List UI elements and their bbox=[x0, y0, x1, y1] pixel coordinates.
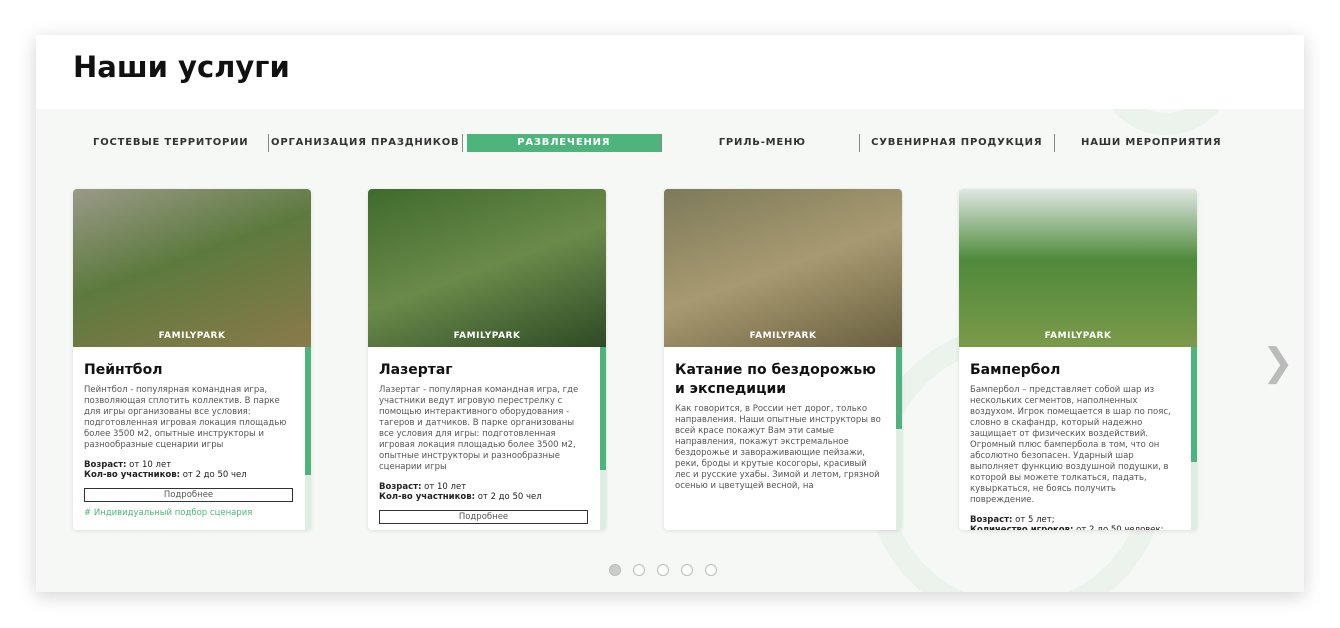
age-value: от 5 лет; bbox=[1012, 515, 1055, 525]
services-section: Наши услуги ГОСТЕВЫЕ ТЕРРИТОРИИ ОРГАНИЗА… bbox=[36, 35, 1304, 592]
card-description: Как говорится, в России нет дорог, тольк… bbox=[675, 404, 881, 491]
age-label: Возраст: bbox=[379, 482, 422, 492]
card-title: Катание по бездорожью и экспедиции bbox=[675, 362, 876, 397]
service-photo: FAMILYPARK bbox=[664, 189, 902, 347]
service-card: FAMILYPARK Лазертаг Лазертаг - популярна… bbox=[368, 189, 606, 530]
card-description: Лазертаг - популярная командная игра, гд… bbox=[379, 385, 579, 472]
logo: FAMILYPARK bbox=[453, 331, 521, 341]
count-value: от 2 до 50 человек; bbox=[1073, 525, 1164, 530]
tab-grill-menu[interactable]: ГРИЛЬ-МЕНЮ bbox=[666, 134, 860, 152]
tab-souvenirs[interactable]: СУВЕНИРНАЯ ПРОДУКЦИЯ bbox=[860, 134, 1055, 152]
tab-events[interactable]: НАШИ МЕРОПРИЯТИЯ bbox=[1055, 134, 1249, 152]
count-value: от 2 до 50 чел bbox=[475, 492, 542, 502]
logo: FAMILYPARK bbox=[158, 331, 226, 341]
page-dot[interactable] bbox=[681, 564, 693, 576]
service-card: FAMILYPARK Бампербол Бампербол – предста… bbox=[959, 189, 1197, 530]
header: Наши услуги bbox=[36, 35, 1304, 109]
count-value: от 2 до 50 чел bbox=[180, 470, 247, 480]
card-description: Пейнтбол - популярная командная игра, по… bbox=[84, 385, 287, 450]
page-dot[interactable] bbox=[705, 564, 717, 576]
card-title: Лазертаг bbox=[379, 362, 453, 378]
card-title: Бампербол bbox=[970, 362, 1061, 378]
service-photo: FAMILYPARK bbox=[368, 189, 606, 347]
card-scrollbar[interactable] bbox=[600, 347, 606, 530]
scrollbar-thumb[interactable] bbox=[1191, 347, 1197, 463]
service-photo: FAMILYPARK bbox=[959, 189, 1197, 347]
count-label: Кол-во участников: bbox=[379, 492, 476, 502]
age-label: Возраст: bbox=[84, 460, 127, 470]
scrollbar-thumb[interactable] bbox=[600, 347, 606, 470]
tabs: ГОСТЕВЫЕ ТЕРРИТОРИИ ОРГАНИЗАЦИЯ ПРАЗДНИК… bbox=[74, 134, 1248, 152]
count-label: Кол-во участников: bbox=[84, 470, 181, 480]
tab-entertainment[interactable]: РАЗВЛЕЧЕНИЯ bbox=[467, 134, 662, 152]
service-card: FAMILYPARK Катание по бездорожью и экспе… bbox=[664, 189, 902, 530]
count-label: Количество игроков: bbox=[970, 525, 1074, 530]
card-scrollbar[interactable] bbox=[1191, 347, 1197, 530]
card-description: Бампербол – представляет собой шар из не… bbox=[970, 385, 1171, 505]
more-button[interactable]: Подробнее bbox=[84, 488, 293, 502]
age-value: от 10 лет bbox=[421, 482, 467, 492]
logo: FAMILYPARK bbox=[1044, 331, 1112, 341]
logo: FAMILYPARK bbox=[749, 331, 817, 341]
page-dot[interactable] bbox=[633, 564, 645, 576]
service-photo: FAMILYPARK bbox=[73, 189, 311, 347]
pagination bbox=[609, 564, 717, 576]
age-label: Возраст: bbox=[970, 515, 1013, 525]
service-card: FAMILYPARK Пейнтбол Пейнтбол - популярна… bbox=[73, 189, 311, 530]
page-title: Наши услуги bbox=[73, 50, 290, 84]
scrollbar-thumb[interactable] bbox=[305, 347, 311, 476]
tab-holidays[interactable]: ОРГАНИЗАЦИЯ ПРАЗДНИКОВ bbox=[269, 134, 463, 152]
tab-guest-territories[interactable]: ГОСТЕВЫЕ ТЕРРИТОРИИ bbox=[74, 134, 269, 152]
hash-icon: # bbox=[84, 508, 94, 518]
more-button[interactable]: Подробнее bbox=[379, 510, 588, 524]
card-scrollbar[interactable] bbox=[305, 347, 311, 530]
age-value: от 10 лет bbox=[126, 460, 172, 470]
card-scrollbar[interactable] bbox=[896, 347, 902, 530]
page-dot[interactable] bbox=[609, 564, 621, 576]
page-dot[interactable] bbox=[657, 564, 669, 576]
next-arrow-icon[interactable]: ❯ bbox=[1262, 340, 1294, 384]
card-title: Пейнтбол bbox=[84, 362, 163, 378]
card-tag: Индивидуальный подбор сценария bbox=[93, 508, 253, 518]
scrollbar-thumb[interactable] bbox=[896, 347, 902, 430]
